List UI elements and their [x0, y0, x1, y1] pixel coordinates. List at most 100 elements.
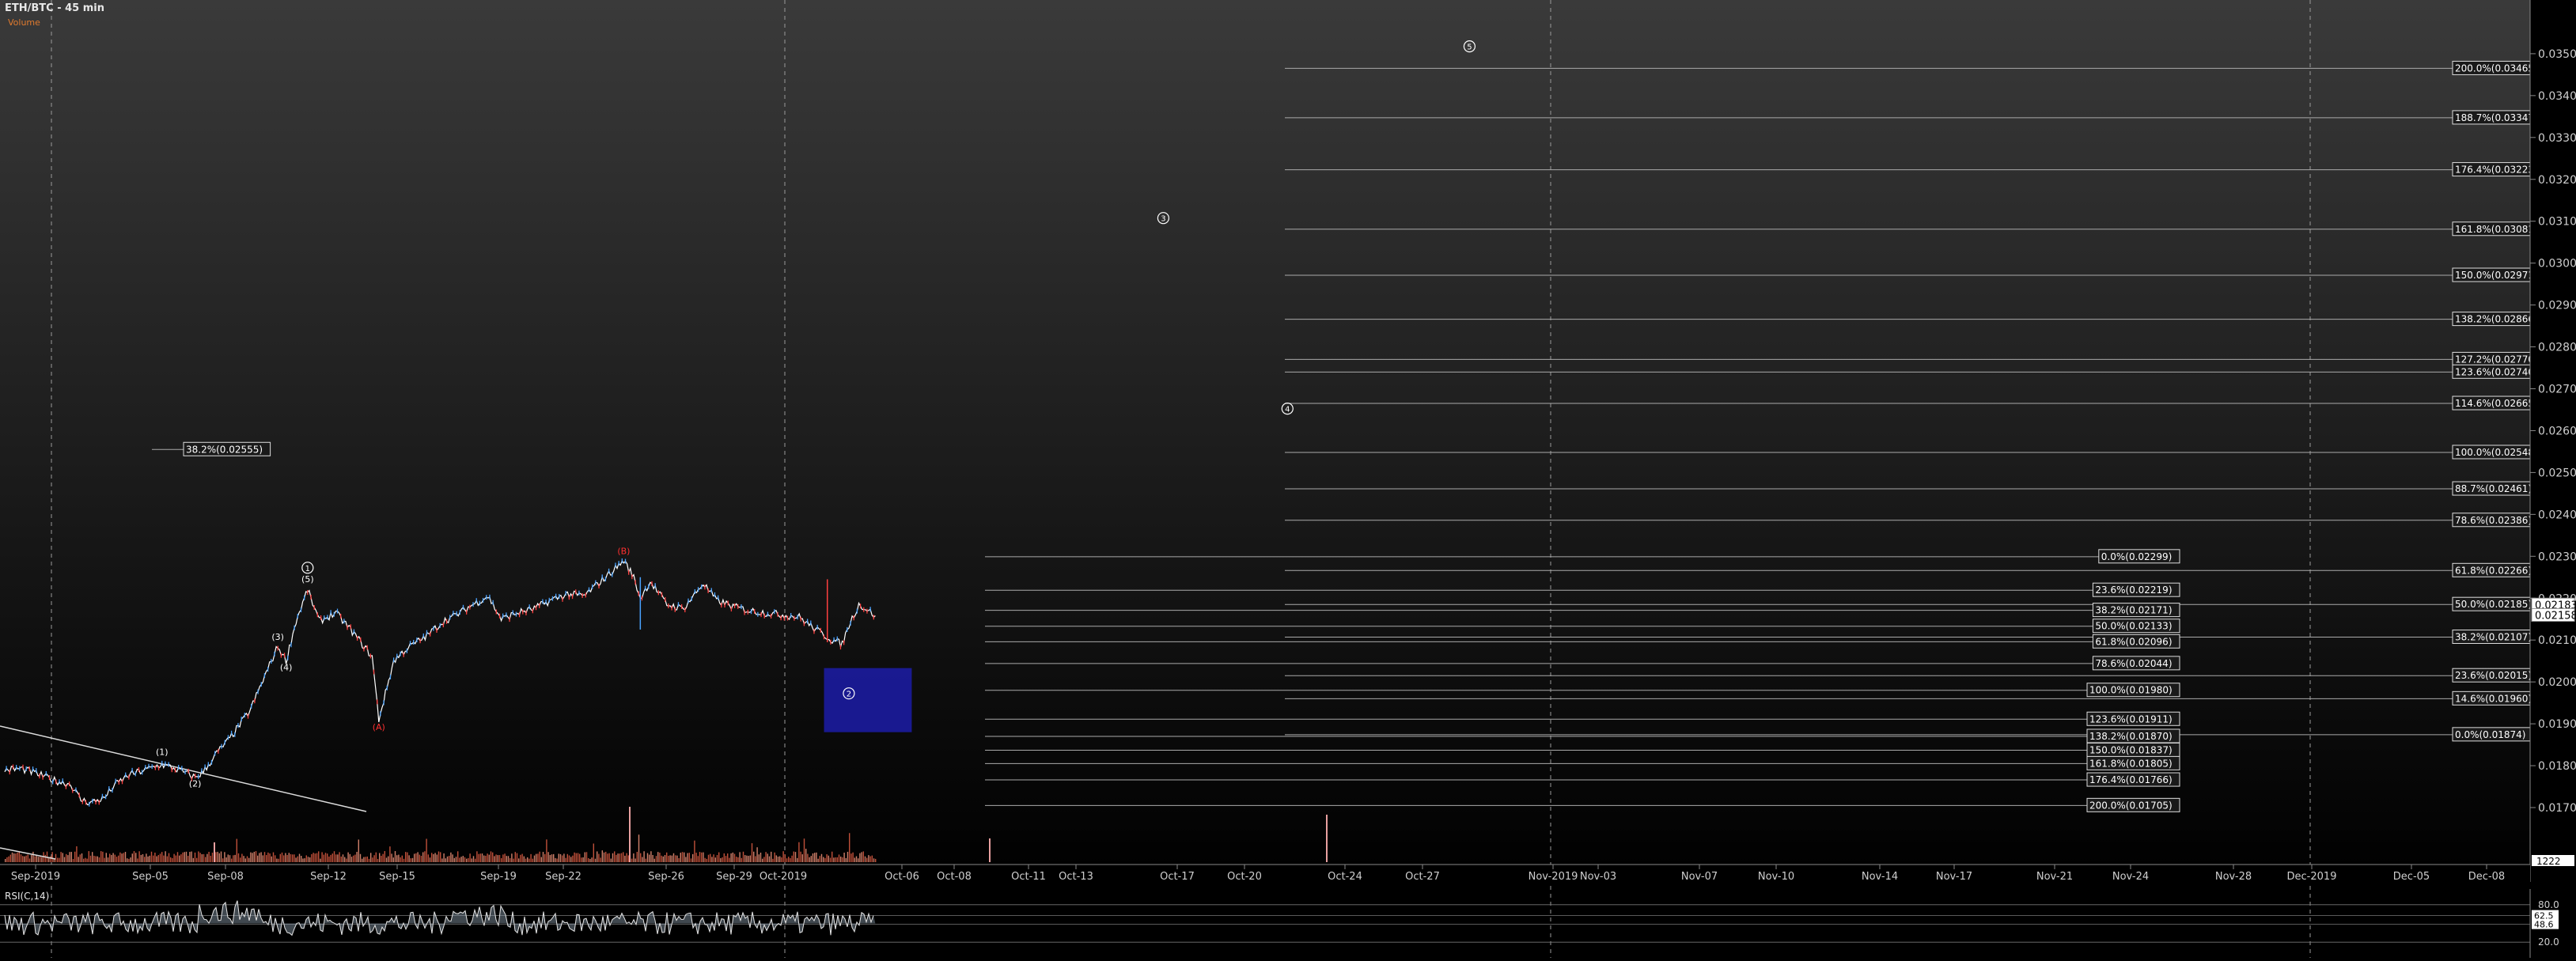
volume-bar	[871, 855, 873, 862]
price-tick-label: 0.02300	[2538, 550, 2576, 563]
volume-bar	[150, 851, 153, 862]
date-tick-label: Dec-08	[2468, 871, 2505, 883]
volume-bar	[694, 840, 695, 862]
volume-bar	[356, 852, 358, 862]
fib-label: 161.8%(0.01805)	[2089, 758, 2173, 769]
volume-bar	[866, 857, 868, 862]
volume-bar	[697, 856, 699, 862]
volume-bar	[547, 852, 549, 862]
volume-bar	[593, 843, 594, 862]
volume-bar	[173, 853, 175, 862]
volume-bar	[6, 857, 8, 862]
fib-label: 38.2%(0.02171)	[2095, 605, 2172, 616]
price-tick-label: 0.03200	[2538, 174, 2576, 187]
volume-bar	[76, 846, 78, 862]
volume-bar	[544, 853, 546, 862]
volume-bar	[63, 857, 66, 862]
volume-bar	[781, 857, 782, 862]
volume-bar	[118, 855, 119, 862]
volume-bar	[718, 852, 720, 862]
volume-bar	[253, 851, 255, 862]
fib-label: 176.4%(0.01766)	[2089, 774, 2173, 785]
volume-bar	[472, 856, 475, 862]
chart-stage[interactable]: 200.0%(0.03465) 188.7%(0.03347) 176.4%(0.0…	[0, 0, 2576, 958]
volume-bar	[849, 833, 850, 862]
volume-bar	[620, 853, 623, 862]
volume-bar	[457, 851, 459, 862]
volume-bar	[695, 853, 697, 862]
fib-label: 14.6%(0.01960)	[2455, 693, 2532, 704]
volume-bar	[372, 857, 373, 862]
volume-bar	[650, 851, 652, 862]
volume-bar	[823, 857, 824, 862]
volume-bar	[114, 854, 116, 862]
volume-bar	[408, 855, 410, 862]
volume-bar	[800, 851, 801, 862]
volume-bar	[594, 858, 597, 862]
volume-bar	[318, 851, 320, 862]
volume-bar	[41, 857, 43, 862]
fib-label: 176.4%(0.03223)	[2455, 165, 2538, 176]
volume-bar	[565, 857, 566, 862]
fib-label: 188.7%(0.03347)	[2455, 112, 2538, 123]
volume-bar	[479, 853, 481, 862]
volume-bar	[649, 854, 650, 862]
volume-bar	[18, 851, 20, 862]
volume-bar	[292, 854, 294, 862]
wave-label: (4)	[280, 662, 293, 672]
volume-bar	[680, 853, 681, 862]
volume-bar	[716, 855, 718, 862]
volume-bar	[668, 855, 669, 862]
volume-bar	[488, 854, 490, 862]
volume-bar	[847, 851, 849, 862]
date-tick-label: Oct-27	[1405, 871, 1440, 883]
volume-bar	[655, 856, 657, 862]
volume-bar	[556, 858, 558, 862]
volume-bar	[241, 853, 243, 862]
volume-bar	[591, 857, 593, 862]
date-tick-label: Sep-22	[545, 871, 581, 883]
volume-bar	[192, 857, 194, 862]
fib-label: 78.6%(0.02044)	[2095, 658, 2172, 669]
volume-bar	[176, 852, 179, 862]
volume-bar	[852, 852, 854, 862]
volume-bar	[93, 855, 95, 862]
volume-bar	[154, 852, 156, 862]
volume-bar	[25, 855, 27, 862]
volume-bar	[636, 852, 638, 862]
volume-bar	[619, 853, 620, 862]
volume-bar	[86, 858, 88, 862]
volume-bar	[8, 856, 9, 862]
volume-bar	[481, 853, 483, 862]
volume-bar	[868, 855, 869, 862]
volume-bar	[862, 851, 864, 862]
volume-bar	[375, 852, 377, 862]
volume-bar	[814, 853, 816, 862]
price-chart[interactable]: 200.0%(0.03465) 188.7%(0.03347) 176.4%(0.0…	[0, 0, 2576, 958]
volume-bar	[131, 853, 133, 862]
volume-bar	[713, 854, 714, 862]
volume-bar	[70, 852, 72, 862]
volume-bar	[791, 855, 793, 862]
volume-bar	[688, 853, 690, 862]
volume-bar	[681, 852, 684, 862]
volume-bar	[302, 858, 304, 862]
volume-bar	[179, 855, 180, 862]
volume-bar	[562, 855, 563, 862]
target-zone-box	[824, 668, 912, 732]
price-tick-label: 0.02600	[2538, 425, 2576, 437]
volume-bar	[492, 852, 494, 862]
rsi-tick-label: 48.6	[2534, 920, 2554, 930]
volume-bar	[144, 857, 146, 862]
volume-bar	[206, 853, 208, 862]
date-tick-label: Oct-13	[1059, 871, 1093, 883]
volume-bar	[741, 857, 742, 862]
volume-bar	[588, 858, 589, 862]
wave-label: 3	[1161, 215, 1165, 224]
volume-bar	[643, 851, 645, 862]
volume-bar	[237, 853, 240, 862]
volume-bar	[579, 853, 581, 862]
volume-bar	[13, 853, 15, 862]
volume-bar	[736, 857, 737, 862]
volume-bar	[873, 858, 875, 862]
